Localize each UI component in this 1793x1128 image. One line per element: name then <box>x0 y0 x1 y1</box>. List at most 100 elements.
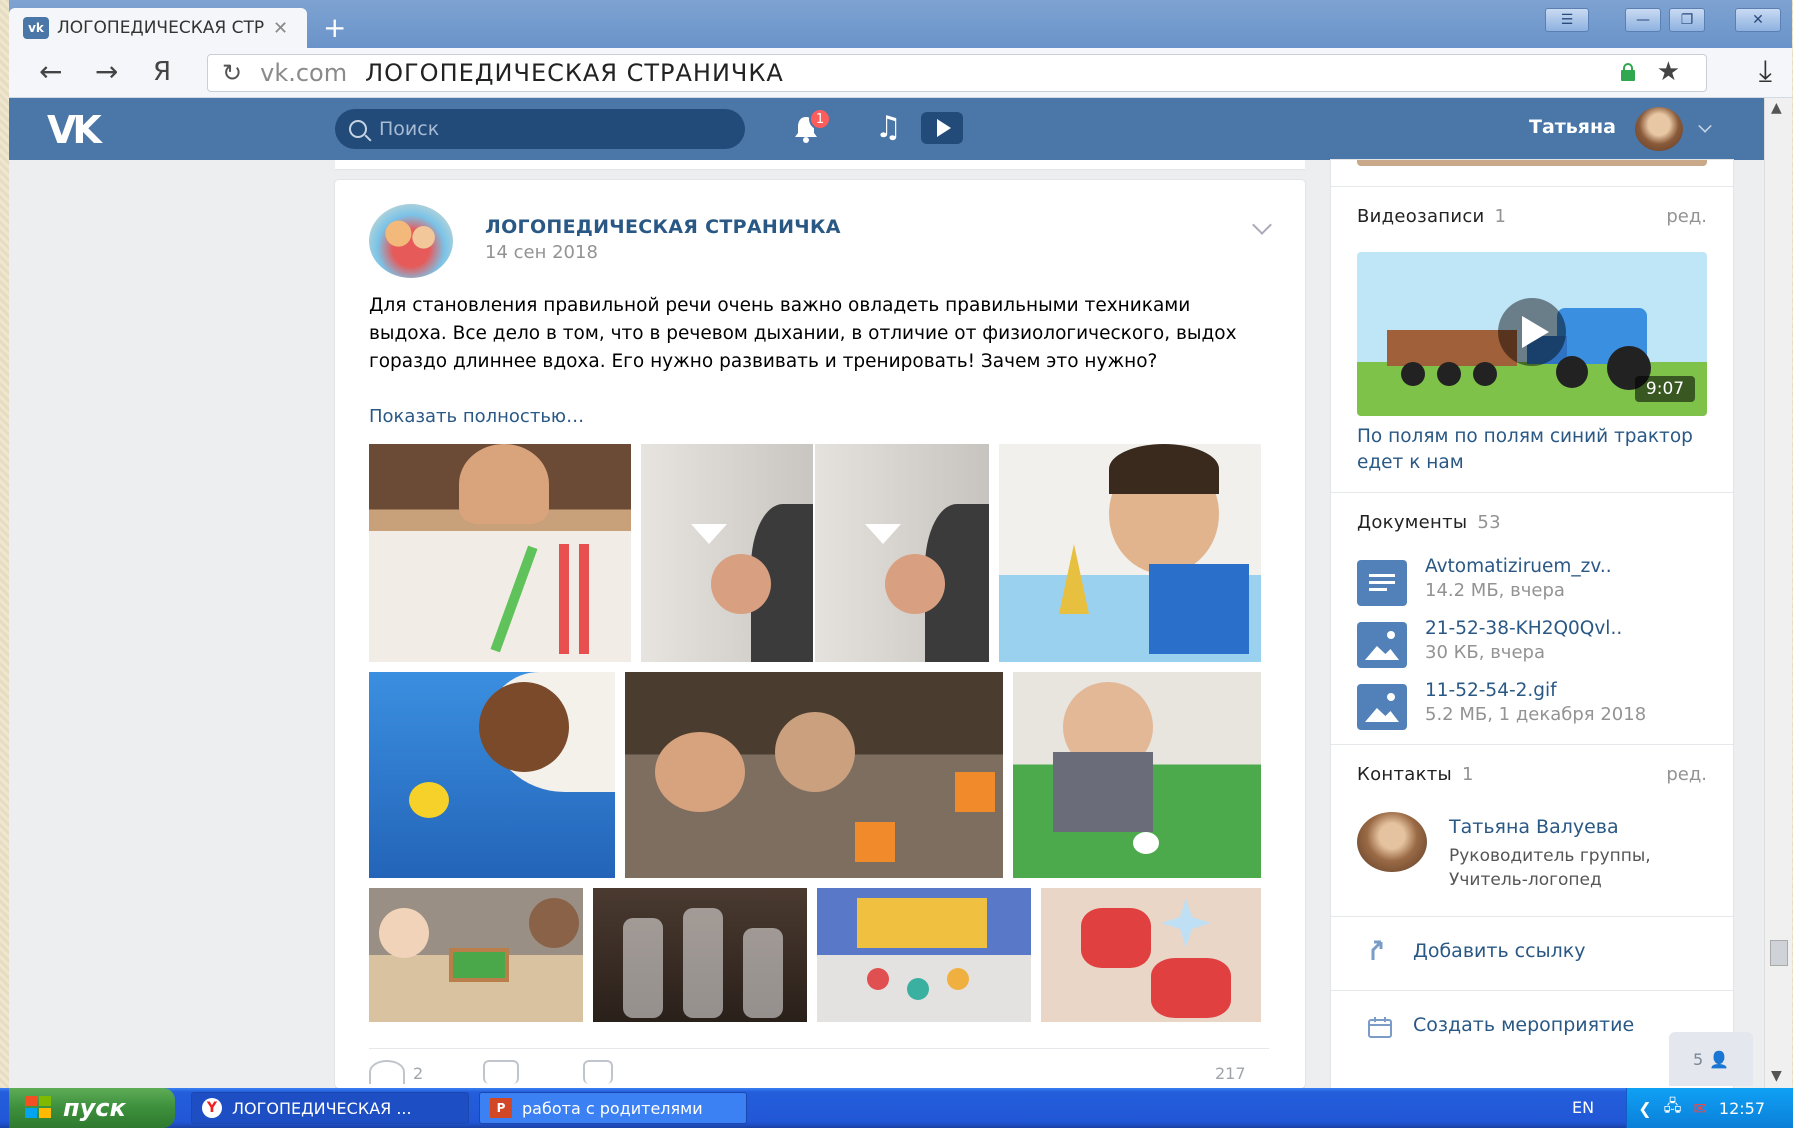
yandex-button[interactable]: Я <box>153 56 171 88</box>
close-tab-icon[interactable]: ✕ <box>273 18 288 39</box>
scroll-up-icon[interactable]: ▲ <box>1771 100 1782 116</box>
yandex-browser-icon: Y <box>202 1098 222 1118</box>
document-name[interactable]: Avtomatiziruem_zv.. <box>1425 556 1612 577</box>
videos-edit-link[interactable]: ред. <box>1666 206 1707 227</box>
add-link-button[interactable]: Добавить ссылку <box>1413 940 1585 962</box>
document-meta: 5.2 МБ, 1 декабря 2018 <box>1425 704 1647 725</box>
language-indicator[interactable]: EN <box>1572 1098 1594 1117</box>
post-date[interactable]: 14 сен 2018 <box>485 242 598 263</box>
music-icon[interactable]: ♫ <box>875 110 902 145</box>
avatar[interactable] <box>1635 107 1683 151</box>
taskbar-item-powerpoint[interactable]: P работа с родителями <box>479 1092 747 1124</box>
search-icon <box>349 120 367 138</box>
right-sidebar: Видеозаписи 1 ред. 9:07 По полям по полям… <box>1331 160 1733 1088</box>
post-author[interactable]: ЛОГОПЕДИЧЕСКАЯ СТРАНИЧКА <box>485 216 841 238</box>
chevron-down-icon[interactable] <box>1698 119 1712 133</box>
vk-favicon-icon: vk <box>23 17 49 39</box>
tray-arrow-icon[interactable]: ❮ <box>1638 1099 1651 1118</box>
reload-icon[interactable]: ↻ <box>222 59 242 87</box>
document-meta: 30 КБ, вчера <box>1425 642 1545 663</box>
like-icon[interactable] <box>369 1060 405 1084</box>
back-button[interactable]: ← <box>39 56 62 88</box>
online-count: 5 <box>1692 1049 1704 1069</box>
url-host: vk.com <box>260 59 348 87</box>
photo-5[interactable] <box>369 672 615 878</box>
system-tray: ❮ 🖧 ✉ 12:57 <box>1626 1088 1793 1128</box>
menu-icon[interactable]: ☰ <box>1545 8 1589 32</box>
address-bar[interactable]: ↻ vk.com ЛОГОПЕДИЧЕСКАЯ СТРАНИЧКА ★ <box>207 54 1707 92</box>
photo-4[interactable] <box>999 444 1261 662</box>
photo-3[interactable] <box>815 444 989 662</box>
contact-role: Руководитель группы, Учитель-логопед <box>1449 846 1651 890</box>
scroll-down-icon[interactable]: ▼ <box>1771 1068 1782 1084</box>
browser-window: vk ЛОГОПЕДИЧЕСКАЯ СТР ✕ + ☰ — ❐ ✕ ← → Я … <box>9 0 1792 1128</box>
search-box[interactable] <box>335 109 745 149</box>
link-arrow-icon <box>1371 940 1383 960</box>
comment-icon[interactable] <box>483 1060 519 1084</box>
create-event-button[interactable]: Создать мероприятие <box>1413 1014 1634 1036</box>
photo-1[interactable] <box>369 444 631 662</box>
user-name[interactable]: Татьяна <box>1529 116 1616 138</box>
video-duration: 9:07 <box>1645 379 1685 399</box>
notification-badge: 1 <box>809 108 831 130</box>
photo-11[interactable] <box>1041 888 1261 1022</box>
scrollbar[interactable]: ▲ ▼ <box>1764 98 1792 1088</box>
like-count: 2 <box>413 1064 424 1083</box>
photo-8[interactable] <box>369 888 583 1022</box>
post-menu-chevron-icon[interactable] <box>1252 215 1272 235</box>
photo-10[interactable] <box>817 888 1031 1022</box>
video-icon[interactable] <box>921 112 963 144</box>
document-item[interactable]: 21-52-38-KH2Q0Qvl.. 30 КБ, вчера <box>1357 618 1717 668</box>
search-input[interactable] <box>379 118 719 140</box>
show-more-link[interactable]: Показать полностью… <box>369 406 584 427</box>
mail-icon[interactable]: ✉ <box>1693 1099 1706 1118</box>
sidebar-top-image <box>1357 160 1707 166</box>
post-footer-divider <box>369 1048 1269 1049</box>
video-title-link[interactable]: По полям по полям синий трактор едет к н… <box>1357 424 1707 476</box>
bookmark-star-icon[interactable]: ★ <box>1657 57 1680 87</box>
document-name[interactable]: 21-52-38-KH2Q0Qvl.. <box>1425 618 1622 639</box>
post-text: Для становления правильной речи очень ва… <box>369 295 1237 372</box>
photo-9[interactable] <box>593 888 807 1022</box>
videos-header[interactable]: Видеозаписи 1 <box>1357 206 1506 227</box>
online-friends-button[interactable]: 5 👤 <box>1669 1032 1753 1086</box>
forward-button[interactable]: → <box>95 56 118 88</box>
photo-6[interactable] <box>625 672 1003 878</box>
divider <box>1331 186 1733 187</box>
video-thumbnail[interactable]: 9:07 <box>1357 252 1707 416</box>
share-icon[interactable] <box>583 1060 613 1084</box>
views-count: 217 <box>1215 1064 1246 1083</box>
previous-post-edge <box>335 160 1305 170</box>
new-tab-button[interactable]: + <box>323 14 346 42</box>
documents-header[interactable]: Документы 53 <box>1357 512 1501 533</box>
photo-7[interactable] <box>1013 672 1261 878</box>
vk-header: VK 1 ♫ Татьяна <box>9 98 1764 160</box>
close-window-button[interactable]: ✕ <box>1735 8 1781 32</box>
avatar[interactable] <box>1357 812 1427 872</box>
photo-2[interactable] <box>641 444 813 662</box>
document-item[interactable]: Avtomatiziruem_zv.. 14.2 МБ, вчера <box>1357 556 1717 606</box>
image-doc-icon <box>1357 622 1407 668</box>
contact-name[interactable]: Татьяна Валуева <box>1449 816 1619 838</box>
document-item[interactable]: 11-52-54-2.gif 5.2 МБ, 1 декабря 2018 <box>1357 680 1717 730</box>
start-button[interactable]: пуск <box>9 1088 175 1128</box>
contacts-edit-link[interactable]: ред. <box>1666 764 1707 785</box>
browser-tab[interactable]: vk ЛОГОПЕДИЧЕСКАЯ СТР ✕ <box>9 8 307 48</box>
document-name[interactable]: 11-52-54-2.gif <box>1425 680 1557 701</box>
scroll-thumb[interactable] <box>1770 940 1788 966</box>
lock-icon <box>1621 63 1635 81</box>
divider <box>1331 744 1733 745</box>
taskbar-item-browser[interactable]: Y ЛОГОПЕДИЧЕСКАЯ ... <box>191 1092 469 1124</box>
divider <box>1331 916 1733 917</box>
taskbar: пуск Y ЛОГОПЕДИЧЕСКАЯ ... P работа с род… <box>0 1088 1793 1128</box>
contacts-header[interactable]: Контакты 1 <box>1357 764 1474 785</box>
tab-title: ЛОГОПЕДИЧЕСКАЯ СТР <box>57 18 265 38</box>
minimize-button[interactable]: — <box>1625 8 1661 32</box>
restore-button[interactable]: ❐ <box>1669 8 1705 32</box>
person-icon: 👤 <box>1709 1049 1730 1069</box>
group-avatar[interactable] <box>369 204 453 278</box>
image-doc-icon <box>1357 684 1407 730</box>
network-icon[interactable]: 🖧 <box>1664 1095 1682 1122</box>
download-icon[interactable]: ⤓ <box>1759 54 1772 89</box>
vk-logo[interactable]: VK <box>47 108 102 152</box>
